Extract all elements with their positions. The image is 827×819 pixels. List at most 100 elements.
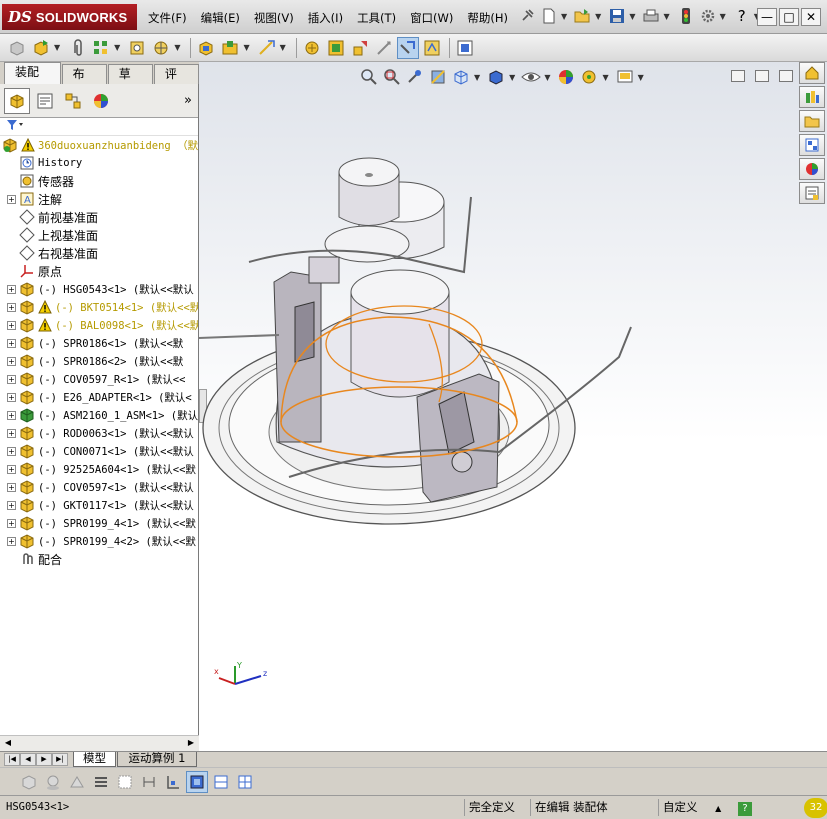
view-palette-icon[interactable] bbox=[799, 134, 825, 156]
mate-paperclip-icon[interactable] bbox=[66, 37, 88, 59]
tab-model[interactable]: 模型 bbox=[73, 752, 116, 767]
chevron-down-icon[interactable]: ▼ bbox=[663, 12, 669, 21]
first-tab-icon[interactable]: |◀ bbox=[4, 753, 20, 766]
filter-funnel-icon[interactable] bbox=[6, 119, 24, 134]
expand-plus-icon[interactable]: + bbox=[7, 320, 16, 330]
new-document-icon[interactable] bbox=[539, 6, 559, 26]
expand-panel-icon[interactable]: » bbox=[184, 93, 192, 108]
hide-show-items-icon[interactable] bbox=[521, 67, 542, 87]
tree-item[interactable]: + (-) BAL0098<1> (默认<<默 bbox=[0, 316, 198, 334]
menu-file[interactable]: 文件(F) bbox=[148, 10, 187, 26]
viewport-split-icon[interactable] bbox=[731, 70, 745, 82]
tab-assembly[interactable]: 装配体 bbox=[4, 62, 61, 98]
expand-plus-icon[interactable]: + bbox=[7, 536, 16, 546]
custom-properties-icon[interactable] bbox=[799, 182, 825, 204]
tree-item[interactable]: + (-) HSG0543<1> (默认<<默认 bbox=[0, 280, 198, 298]
chevron-down-icon[interactable]: ▼ bbox=[544, 73, 550, 82]
rebuild-traffic-light-icon[interactable] bbox=[676, 6, 696, 26]
simulation-icon[interactable] bbox=[421, 37, 443, 59]
tab-motion-study[interactable]: 运动算例 1 bbox=[117, 752, 197, 767]
tree-item[interactable]: 上视基准面 bbox=[0, 226, 198, 244]
expand-plus-icon[interactable]: + bbox=[7, 392, 16, 402]
zoom-to-fit-icon[interactable] bbox=[359, 67, 379, 87]
display-style-icon[interactable] bbox=[486, 67, 506, 87]
last-tab-icon[interactable]: ▶| bbox=[52, 753, 68, 766]
assembly-features-icon[interactable] bbox=[219, 37, 241, 59]
property-manager-tab-icon[interactable] bbox=[32, 88, 58, 114]
save-icon[interactable] bbox=[607, 6, 627, 26]
appearances-scenes-icon[interactable] bbox=[799, 158, 825, 180]
tree-item[interactable]: + (-) CON0071<1> (默认<<默认 bbox=[0, 442, 198, 460]
tree-item[interactable]: 传感器 bbox=[0, 172, 198, 190]
open-folder-icon[interactable] bbox=[573, 6, 593, 26]
expand-plus-icon[interactable]: + bbox=[7, 446, 16, 456]
dimension-icon[interactable] bbox=[138, 771, 160, 793]
view-settings-icon[interactable] bbox=[615, 67, 635, 87]
chevron-down-icon[interactable]: ▼ bbox=[280, 43, 286, 52]
menu-insert[interactable]: 插入(I) bbox=[308, 10, 343, 26]
tab-evaluate[interactable]: 评估 bbox=[153, 64, 199, 100]
tree-item[interactable]: + (-) ASM2160_1_ASM<1> (默认 bbox=[0, 406, 198, 424]
tree-item[interactable]: + (-) COV0597_R<1> (默认<< bbox=[0, 370, 198, 388]
print-icon[interactable] bbox=[641, 6, 661, 26]
next-tab-icon[interactable]: ▶ bbox=[36, 753, 52, 766]
tree-item[interactable]: History bbox=[0, 154, 198, 172]
tree-item[interactable]: + (-) COV0597<1> (默认<<默认 bbox=[0, 478, 198, 496]
scroll-right-icon[interactable]: ▶ bbox=[185, 738, 197, 749]
tree-item[interactable]: 前视基准面 bbox=[0, 208, 198, 226]
move-component-icon[interactable] bbox=[150, 37, 172, 59]
tree-item[interactable]: + (-) GKT0117<1> (默认<<默认 bbox=[0, 496, 198, 514]
apply-scene-icon[interactable] bbox=[579, 67, 599, 87]
chevron-down-icon[interactable]: ▼ bbox=[638, 73, 644, 82]
notification-badge[interactable]: 32 bbox=[804, 798, 827, 818]
recessed-light-model[interactable] bbox=[199, 142, 799, 602]
viewport-split-vertical-icon[interactable] bbox=[755, 70, 769, 82]
tile-grid-icon[interactable] bbox=[234, 771, 256, 793]
expand-plus-icon[interactable]: + bbox=[7, 194, 16, 204]
help-question-icon[interactable]: ? bbox=[732, 6, 752, 26]
view-orientation-icon[interactable] bbox=[451, 67, 471, 87]
interference-detection-icon[interactable] bbox=[373, 37, 395, 59]
options-gear-icon[interactable] bbox=[698, 6, 718, 26]
hatch-icon[interactable] bbox=[114, 771, 136, 793]
expand-plus-icon[interactable]: + bbox=[7, 518, 16, 528]
menu-tools[interactable]: 工具(T) bbox=[357, 10, 396, 26]
expand-plus-icon[interactable]: + bbox=[7, 482, 16, 492]
close-button[interactable]: ✕ bbox=[801, 8, 821, 26]
bill-of-materials-icon[interactable] bbox=[301, 37, 323, 59]
explode-line-sketch-icon[interactable] bbox=[349, 37, 371, 59]
tree-root[interactable]: 360duoxuanzhuanbideng （默认 bbox=[0, 136, 198, 154]
previous-view-icon[interactable] bbox=[405, 67, 425, 87]
expand-plus-icon[interactable]: + bbox=[7, 374, 16, 384]
chevron-down-icon[interactable]: ▼ bbox=[509, 73, 515, 82]
chevron-down-icon[interactable]: ▼ bbox=[243, 43, 249, 52]
show-hidden-components-icon[interactable] bbox=[195, 37, 217, 59]
chevron-down-icon[interactable]: ▼ bbox=[54, 43, 60, 52]
scroll-left-icon[interactable]: ◀ bbox=[2, 738, 14, 749]
tab-layout[interactable]: 布局 bbox=[61, 64, 107, 100]
solidworks-resources-icon[interactable] bbox=[799, 62, 825, 84]
smart-fasteners-icon[interactable] bbox=[126, 37, 148, 59]
chevron-down-icon[interactable]: ▼ bbox=[561, 12, 567, 21]
tile-horizontal-icon[interactable] bbox=[210, 771, 232, 793]
chevron-down-icon[interactable]: ▼ bbox=[174, 43, 180, 52]
linear-pattern-icon[interactable] bbox=[90, 37, 112, 59]
expand-plus-icon[interactable]: + bbox=[7, 410, 16, 420]
display-manager-tab-icon[interactable] bbox=[88, 88, 114, 114]
instant3d-icon[interactable] bbox=[396, 36, 419, 59]
menu-help[interactable]: 帮助(H) bbox=[467, 10, 508, 26]
tree-item[interactable]: + (-) SPR0186<2> (默认<<默 bbox=[0, 352, 198, 370]
prev-tab-icon[interactable]: ◀ bbox=[20, 753, 36, 766]
horizontal-scrollbar[interactable]: ◀ ▶ bbox=[0, 735, 199, 751]
tree-item[interactable]: 右视基准面 bbox=[0, 244, 198, 262]
expand-plus-icon[interactable]: + bbox=[7, 338, 16, 348]
section-view-icon[interactable] bbox=[428, 67, 448, 87]
tree-item[interactable]: + A 注解 bbox=[0, 190, 198, 208]
3d-view-icon[interactable] bbox=[186, 770, 208, 793]
status-help-icon[interactable]: ? bbox=[734, 799, 752, 816]
zoom-to-area-icon[interactable] bbox=[382, 67, 402, 87]
tree-item[interactable]: 配合 bbox=[0, 550, 198, 568]
edit-component-icon[interactable] bbox=[6, 37, 28, 59]
restore-button[interactable]: □ bbox=[779, 8, 799, 26]
graphics-area[interactable]: ▼ ▼ ▼ ▼ ▼ Y x z bbox=[199, 62, 827, 751]
